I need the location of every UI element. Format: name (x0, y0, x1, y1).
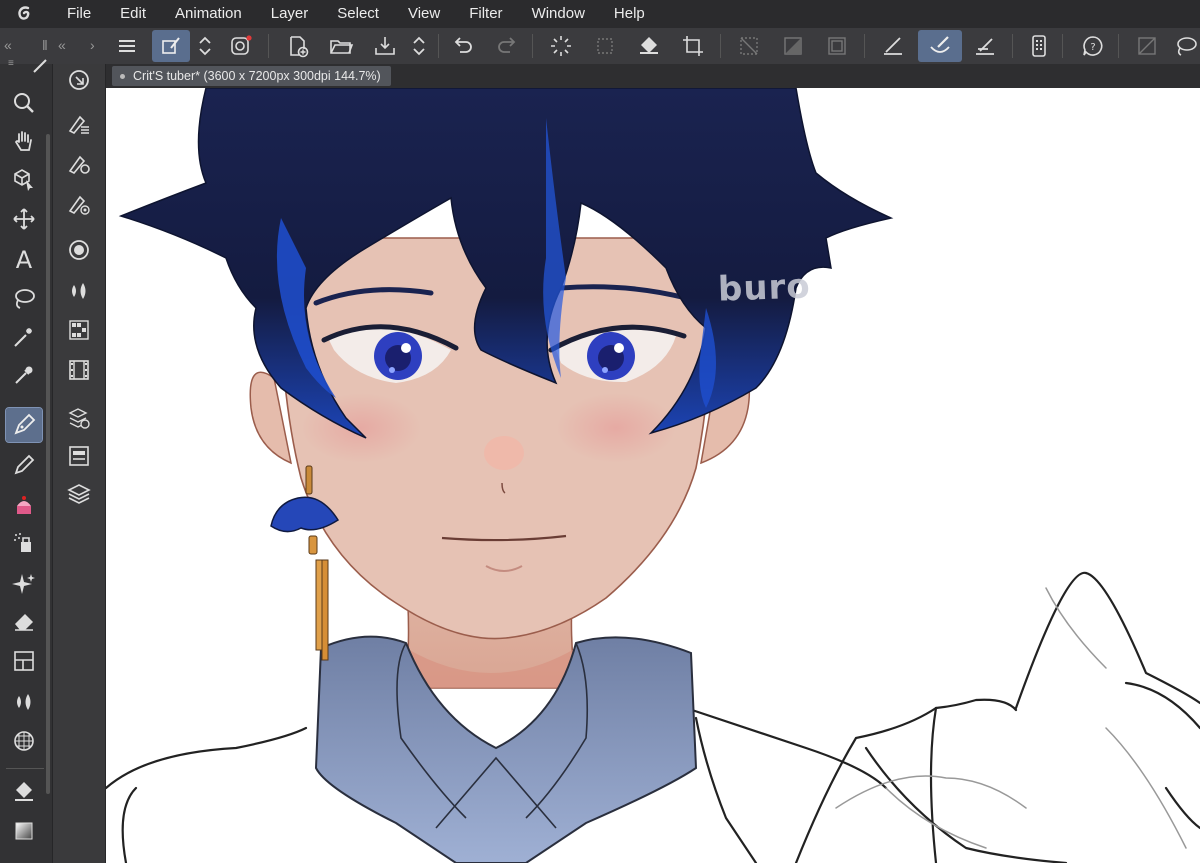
panel-icon-strip (53, 64, 106, 863)
unsaved-dot-icon (120, 73, 125, 79)
sparkle-icon[interactable] (6, 566, 42, 600)
artwork-illustration (106, 88, 1200, 863)
svg-text:A: A (16, 246, 33, 272)
eraser-icon[interactable] (6, 604, 42, 638)
redo-icon[interactable] (488, 30, 526, 62)
pen-icon[interactable] (5, 407, 43, 443)
palette-menu-icon[interactable]: ≡ (8, 58, 18, 72)
zoom-icon[interactable] (6, 86, 42, 120)
move-icon[interactable] (6, 202, 42, 236)
save-icon[interactable] (366, 30, 404, 62)
layer-list-icon[interactable] (63, 440, 95, 472)
separator (1118, 34, 1119, 58)
menu-view[interactable]: View (391, 0, 452, 28)
separator (438, 34, 439, 58)
tool-palette: ≡ A (0, 58, 53, 863)
color-mix-icon[interactable] (63, 274, 95, 306)
layers-icon[interactable] (63, 478, 95, 510)
blend-icon[interactable] (6, 684, 42, 718)
animation-timeline-icon[interactable] (63, 354, 95, 386)
crop-icon[interactable] (674, 30, 712, 62)
separator (864, 34, 865, 58)
menu-layer[interactable]: Layer (254, 0, 321, 28)
separator (1062, 34, 1063, 58)
command-bar: « ‖ « › ? (0, 28, 1200, 65)
device-icon[interactable] (1020, 30, 1058, 62)
separator (268, 34, 269, 58)
transform-select-icon[interactable] (586, 30, 624, 62)
nose-highlight (484, 436, 524, 470)
color-circle-icon[interactable] (63, 234, 95, 266)
separator (1012, 34, 1013, 58)
expand-collapse-icon[interactable] (406, 30, 432, 62)
color-set-icon[interactable] (63, 314, 95, 346)
collapse-left-icon[interactable]: « (4, 34, 18, 56)
menu-help[interactable]: Help (597, 0, 657, 28)
open-folder-icon[interactable] (322, 30, 360, 62)
magic-wand-icon[interactable] (6, 320, 42, 354)
grid-ruler-icon[interactable] (6, 724, 42, 758)
tool-palette-scrollbar[interactable] (46, 134, 50, 794)
separator (6, 768, 44, 769)
expand-collapse-icon[interactable] (192, 30, 218, 62)
lasso-icon[interactable] (1170, 30, 1200, 62)
selection-tool-icon[interactable] (152, 30, 190, 62)
document-tab-title: Crit'S tuber* (3600 x 7200px 300dpi 144.… (133, 69, 381, 83)
text-icon[interactable]: A (6, 242, 42, 276)
menu-file[interactable]: File (50, 0, 103, 28)
invert-selection-icon[interactable] (774, 30, 812, 62)
help-icon[interactable]: ? (1074, 30, 1112, 62)
object-icon[interactable] (6, 162, 42, 196)
airbrush-icon[interactable] (6, 526, 42, 560)
fill-icon[interactable] (630, 30, 668, 62)
brush-smudge-icon[interactable] (918, 30, 962, 62)
lasso-icon[interactable] (6, 282, 42, 316)
gradient-icon[interactable] (6, 814, 42, 848)
fill-bucket-icon[interactable] (6, 774, 42, 808)
new-canvas-icon[interactable] (278, 30, 316, 62)
svg-text:?: ? (1090, 42, 1095, 53)
navigator-icon[interactable] (63, 64, 95, 96)
expand-right-icon[interactable]: › (90, 34, 100, 56)
menu-select[interactable]: Select (320, 0, 391, 28)
tool-property-icon[interactable] (63, 188, 95, 220)
pen-angle-icon[interactable] (874, 30, 912, 62)
hide-icon[interactable] (1128, 30, 1166, 62)
drawing-canvas[interactable]: buro (106, 88, 1200, 863)
clip-studio-logo-icon[interactable] (0, 0, 50, 28)
frame-icon[interactable] (6, 644, 42, 678)
menu-window[interactable]: Window (515, 0, 597, 28)
document-tab-bar: Crit'S tuber* (3600 x 7200px 300dpi 144.… (106, 64, 1200, 88)
document-tab[interactable]: Crit'S tuber* (3600 x 7200px 300dpi 144.… (112, 66, 391, 86)
watermark-text: buro (717, 266, 812, 310)
layer-property-icon[interactable] (63, 108, 95, 140)
current-tool-indicator-icon (30, 58, 50, 74)
sub-tool-detail-icon[interactable] (63, 148, 95, 180)
separator (720, 34, 721, 58)
menu-icon[interactable] (108, 30, 146, 62)
undo-icon[interactable] (444, 30, 482, 62)
panel-grip-icon[interactable]: ‖ (42, 34, 50, 56)
menu-animation[interactable]: Animation (158, 0, 254, 28)
clear-selection-icon[interactable] (730, 30, 768, 62)
pencil-icon[interactable] (6, 448, 42, 482)
separator (532, 34, 533, 58)
sketch-lines-light (835, 587, 1187, 849)
ruler-pen-icon[interactable] (966, 30, 1004, 62)
collapse-left-icon[interactable]: « (58, 34, 72, 56)
stroke-selection-icon[interactable] (818, 30, 856, 62)
cake-brush-icon[interactable] (6, 488, 42, 522)
record-icon[interactable] (222, 30, 260, 62)
loading-icon[interactable] (542, 30, 580, 62)
material-icon[interactable] (63, 402, 95, 434)
menu-bar: File Edit Animation Layer Select View Fi… (0, 0, 1200, 28)
menu-filter[interactable]: Filter (452, 0, 514, 28)
eyedropper-icon[interactable] (6, 358, 42, 392)
hand-icon[interactable] (6, 124, 42, 158)
menu-edit[interactable]: Edit (103, 0, 158, 28)
